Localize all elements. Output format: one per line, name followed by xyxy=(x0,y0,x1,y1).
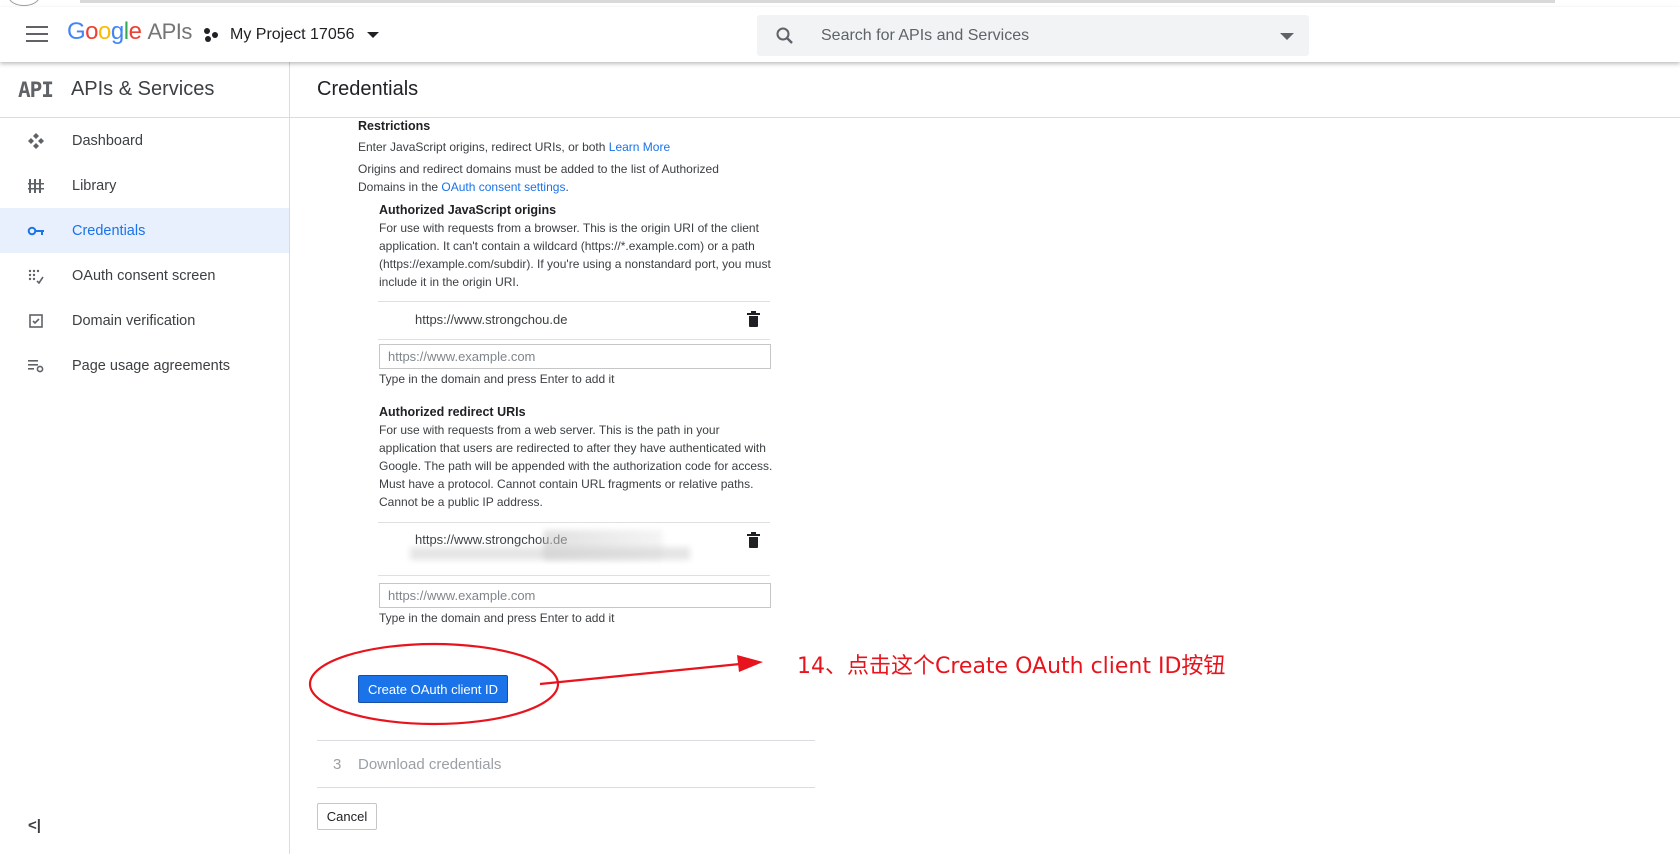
sidebar-header: API APIs & Services xyxy=(0,62,289,118)
sidebar-item-label: Library xyxy=(72,177,117,194)
dashboard-icon xyxy=(26,131,46,151)
library-icon xyxy=(26,176,46,196)
sidebar-item-label: Domain verification xyxy=(72,312,196,329)
restrictions-line2: Origins and redirect domains must be add… xyxy=(358,160,743,196)
redirect-uris-description: For use with requests from a web server.… xyxy=(379,423,773,509)
js-origin-url: https://www.strongchou.de xyxy=(415,312,568,327)
logo-letter: G xyxy=(67,18,86,45)
sidebar-item-library[interactable]: Library xyxy=(0,163,289,208)
create-oauth-client-id-button[interactable]: Create OAuth client ID xyxy=(358,675,508,703)
google-apis-logo[interactable]: Google APIs xyxy=(67,18,192,46)
annotation-text: 14、点击这个Create OAuth client ID按钮 xyxy=(797,654,1226,679)
sidebar: API APIs & Services Dashboard Library Cr… xyxy=(0,62,290,854)
step-label: Download credentials xyxy=(358,756,502,773)
project-name: My Project 17056 xyxy=(230,26,355,43)
main-header: Credentials xyxy=(290,62,1680,118)
restrictions-line1: Enter JavaScript origins, redirect URIs,… xyxy=(358,138,738,156)
restrictions-line2-end: . xyxy=(565,180,569,194)
logo-letter: o xyxy=(98,18,111,45)
restrictions-title: Restrictions xyxy=(358,119,431,133)
chevron-down-icon xyxy=(366,32,379,38)
sidebar-nav: Dashboard Library Credentials OAuth cons… xyxy=(0,118,289,388)
logo-letter: g xyxy=(110,18,124,45)
search-input[interactable] xyxy=(819,25,1253,46)
key-icon xyxy=(26,221,46,241)
delete-icon[interactable] xyxy=(747,311,760,327)
js-origin-hint: Type in the domain and press Enter to ad… xyxy=(379,372,615,386)
redirect-uri-entry: https://www.strongchou.de xyxy=(378,522,770,576)
api-logo: API xyxy=(18,77,54,102)
delete-icon[interactable] xyxy=(747,532,760,548)
page-title: Credentials xyxy=(317,78,419,100)
sidebar-item-label: Dashboard xyxy=(72,132,143,149)
consent-icon xyxy=(26,266,46,286)
js-origin-input[interactable] xyxy=(379,344,771,369)
sidebar-item-domain-verification[interactable]: Domain verification xyxy=(0,298,289,343)
collapse-sidebar-icon[interactable]: <| xyxy=(28,817,41,834)
redirect-uris-title: Authorized redirect URIs xyxy=(379,405,526,419)
browser-tab-edge xyxy=(8,0,40,6)
step-download-credentials[interactable]: 3 Download credentials xyxy=(317,740,815,788)
logo-apis-text: APIs xyxy=(147,19,192,44)
redacted-region xyxy=(410,547,690,560)
checkbox-icon xyxy=(26,311,46,331)
js-origins-description: For use with requests from a browser. Th… xyxy=(379,221,771,289)
sidebar-item-page-usage[interactable]: Page usage agreements xyxy=(0,343,289,388)
learn-more-link[interactable]: Learn More xyxy=(609,140,670,154)
main-content: Restrictions Enter JavaScript origins, r… xyxy=(290,118,1680,854)
step-number: 3 xyxy=(333,756,342,773)
sidebar-item-label: OAuth consent screen xyxy=(72,267,216,284)
search-bar[interactable] xyxy=(757,15,1309,56)
js-origins-title: Authorized JavaScript origins xyxy=(379,203,557,217)
browser-address-strip xyxy=(80,0,1555,3)
hamburger-menu-icon[interactable] xyxy=(26,26,48,42)
sidebar-item-label: Credentials xyxy=(72,222,146,239)
js-origin-entry: https://www.strongchou.de xyxy=(378,301,770,340)
search-dropdown-icon[interactable] xyxy=(1280,33,1294,40)
top-header: Google APIs My Project 17056 xyxy=(0,7,1680,62)
cancel-button[interactable]: Cancel xyxy=(317,803,377,830)
project-selector[interactable]: My Project 17056 xyxy=(204,22,379,48)
sidebar-item-dashboard[interactable]: Dashboard xyxy=(0,118,289,163)
sidebar-item-label: Page usage agreements xyxy=(72,357,230,374)
redirect-uri-input[interactable] xyxy=(379,583,771,608)
sidebar-title: APIs & Services xyxy=(70,78,215,100)
restrictions-line1-text: Enter JavaScript origins, redirect URIs,… xyxy=(358,140,609,154)
sidebar-item-oauth-consent[interactable]: OAuth consent screen xyxy=(0,253,289,298)
sidebar-item-credentials[interactable]: Credentials xyxy=(0,208,289,253)
logo-letter: o xyxy=(85,18,99,45)
logo-letter: e xyxy=(128,18,142,45)
project-icon xyxy=(204,27,220,43)
redirect-uri-hint: Type in the domain and press Enter to ad… xyxy=(379,611,615,625)
search-icon xyxy=(776,27,793,44)
oauth-consent-settings-link[interactable]: OAuth consent settings xyxy=(441,180,565,194)
settings-list-icon xyxy=(26,356,46,376)
